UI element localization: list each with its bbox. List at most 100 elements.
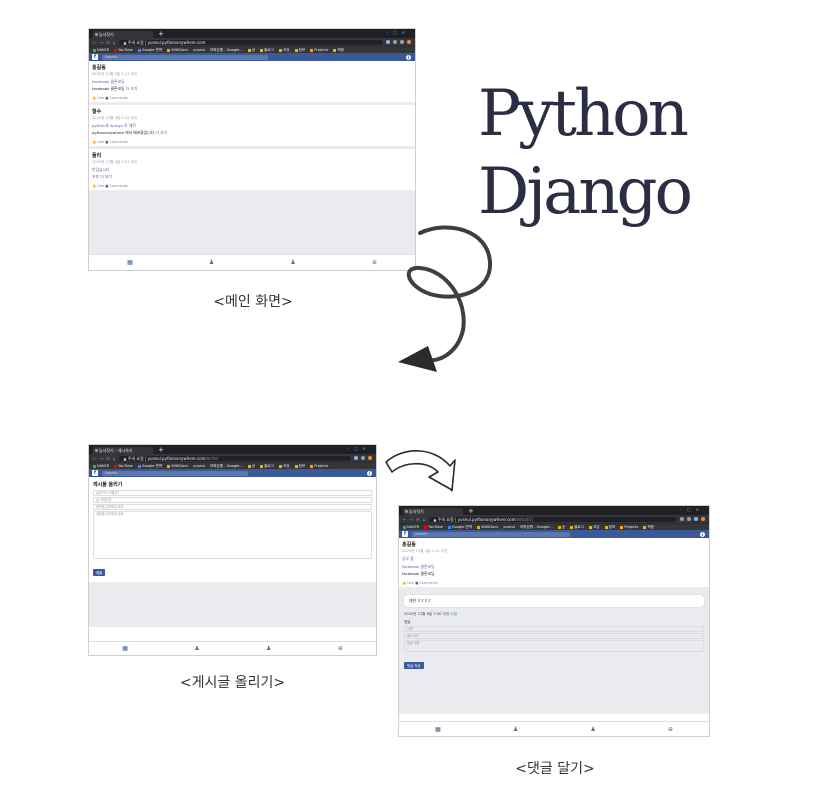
home-icon[interactable]: ▦ [435,726,441,733]
globe-icon[interactable]: ⊕ [668,726,673,733]
extension-icons[interactable] [354,456,372,460]
bookmark[interactable]: 블로그 [570,525,584,530]
author-input[interactable]: 글쓴이의 이름은? [93,490,372,496]
comment-author-input[interactable]: 이름 [404,626,704,632]
like-button[interactable]: 👍 [92,184,96,188]
bookmark[interactable]: YouTube [114,48,133,52]
bookmark[interactable]: 저축은행 - Google... [210,464,243,469]
like-label[interactable]: Like [97,184,104,188]
window-controls[interactable]: –▢✕ [680,507,704,512]
user-icon[interactable]: ♟ [209,259,214,266]
user-icon[interactable]: ♟ [513,726,518,733]
user-icon[interactable]: ♟ [290,259,295,266]
bookmark[interactable]: WIKIDocs [167,48,188,52]
app-logo-icon[interactable]: f [402,531,408,537]
bookmark[interactable]: 코딩 [588,525,600,530]
bookmark[interactable]: Google 번역 [447,525,472,530]
comments-label[interactable]: Comments [109,96,127,100]
read-more-link[interactable]: 더 보기 [126,86,138,91]
bookmark[interactable]: 책용 [333,48,344,53]
browser-tab[interactable]: 농사짓기 - 게시하기 [93,447,153,454]
globe-icon[interactable]: ⊕ [338,645,343,652]
comment-icon[interactable]: ■ [415,581,418,585]
address-bar[interactable]: ▲ 주의 요함 | yuseul.pythonanywhere.com [119,39,383,45]
comment-body-textarea[interactable]: 댓글 내용 [404,640,704,652]
like-label[interactable]: Like [97,140,104,144]
nav-arrows-icon[interactable]: ← → ⟳ ⌂ [93,456,116,461]
comment-icon[interactable]: ■ [105,184,108,188]
bookmark[interactable]: yuseul [193,464,205,468]
bookmark[interactable]: YouTube [424,525,443,529]
bookmark[interactable]: 블로그 [260,48,274,53]
bookmark[interactable]: NAVER [93,48,109,52]
like-button[interactable]: 👍 [92,140,96,144]
user-icon[interactable]: ♟ [266,645,271,652]
window-controls[interactable]: –▢✕ [347,446,371,451]
bookmark[interactable]: Google 번역 [137,464,162,469]
bookmark[interactable]: 책용 [643,525,654,530]
user-icon[interactable]: ♟ [590,726,595,733]
read-more-link[interactable]: 더 보기 [156,130,168,135]
extension-icons[interactable] [386,40,411,44]
search-input[interactable]: Search [102,54,269,60]
bookmark[interactable]: 저축은행 - Google... [520,525,553,530]
browser-tab[interactable]: 농사짓기 [93,31,153,38]
like-label[interactable]: Like [97,96,104,100]
password-input[interactable]: 글 비밀번호 [93,497,372,503]
bookmark[interactable]: NAVER [93,464,109,468]
bookmark[interactable]: WIKIDocs [477,525,498,529]
comment-submit-button[interactable]: 댓글 작성 [404,662,424,669]
bookmark[interactable]: Projects [310,48,328,52]
bookmark[interactable]: 블로그 [260,464,274,469]
new-tab-button[interactable]: + [468,508,474,515]
bookmark[interactable]: yuseul [503,525,515,529]
bookmark[interactable]: 공 [247,464,255,469]
submit-button[interactable]: 제출 [93,569,106,576]
new-tab-button[interactable]: + [158,447,164,454]
nav-arrows-icon[interactable]: ← → ⟳ ⌂ [93,40,116,45]
home-icon[interactable]: ▦ [122,645,128,652]
comment-password-input[interactable]: 패스워드 [404,633,704,639]
info-icon[interactable]: i [367,470,372,476]
user-icon[interactable]: ♟ [194,645,199,652]
comments-label[interactable]: Comments [109,140,127,144]
bookmark[interactable]: 공 [247,48,255,53]
bookmark[interactable]: 코딩 [278,48,290,53]
bookmark[interactable]: Projects [620,525,638,529]
comment-icon[interactable]: ■ [105,96,108,100]
bookmark[interactable]: Projects [310,464,328,468]
address-bar[interactable]: ▲ 주의 요함 | yuseul.pythonanywhere.com/writ… [119,455,351,461]
extension-icons[interactable] [680,517,705,521]
info-icon[interactable]: i [700,531,705,537]
search-input[interactable]: Search [412,531,571,537]
bookmark[interactable]: 정보 [294,464,305,469]
post-title[interactable]: 반갑습니다 [92,167,412,173]
like-button[interactable]: 👍 [92,96,96,100]
post-title[interactable]: python과 django 로 제작 [92,123,412,129]
new-tab-button[interactable]: + [158,31,164,38]
like-button[interactable]: 👍 [402,581,406,585]
bookmark[interactable]: 정보 [604,525,615,530]
app-logo-icon[interactable]: f [92,54,98,60]
search-input[interactable]: Search [102,470,249,476]
bookmark[interactable]: 공 [557,525,565,530]
comments-label[interactable]: Comments [109,184,127,188]
app-logo-icon[interactable]: f [92,470,98,476]
bookmark[interactable]: yuseul [193,48,205,52]
title-input[interactable]: 제목을 입력해주세요 [93,504,372,510]
nav-arrows-icon[interactable]: ← → ⟳ ⌂ [403,517,426,522]
globe-icon[interactable]: ⊕ [372,259,377,266]
bookmark[interactable]: YouTube [114,464,133,468]
bookmark[interactable]: 정보 [294,48,305,53]
bookmark[interactable]: NAVER [403,525,419,529]
window-controls[interactable]: –▢✕ [386,30,410,35]
bookmark[interactable]: WIKIDocs [167,464,188,468]
bookmark[interactable]: Google 번역 [137,48,162,53]
bookmark[interactable]: 저축은행 - Google... [210,48,243,53]
body-textarea[interactable]: 내용을 입력해주세요 [93,511,372,559]
read-more-link[interactable]: 더 보기 [100,174,112,179]
comment-icon[interactable]: ■ [105,140,108,144]
home-icon[interactable]: ▦ [127,259,133,266]
address-bar[interactable]: ▲ 주의 요함 | yuseul.pythonanywhere.com/deta… [429,516,677,522]
bookmark[interactable]: 코딩 [278,464,290,469]
